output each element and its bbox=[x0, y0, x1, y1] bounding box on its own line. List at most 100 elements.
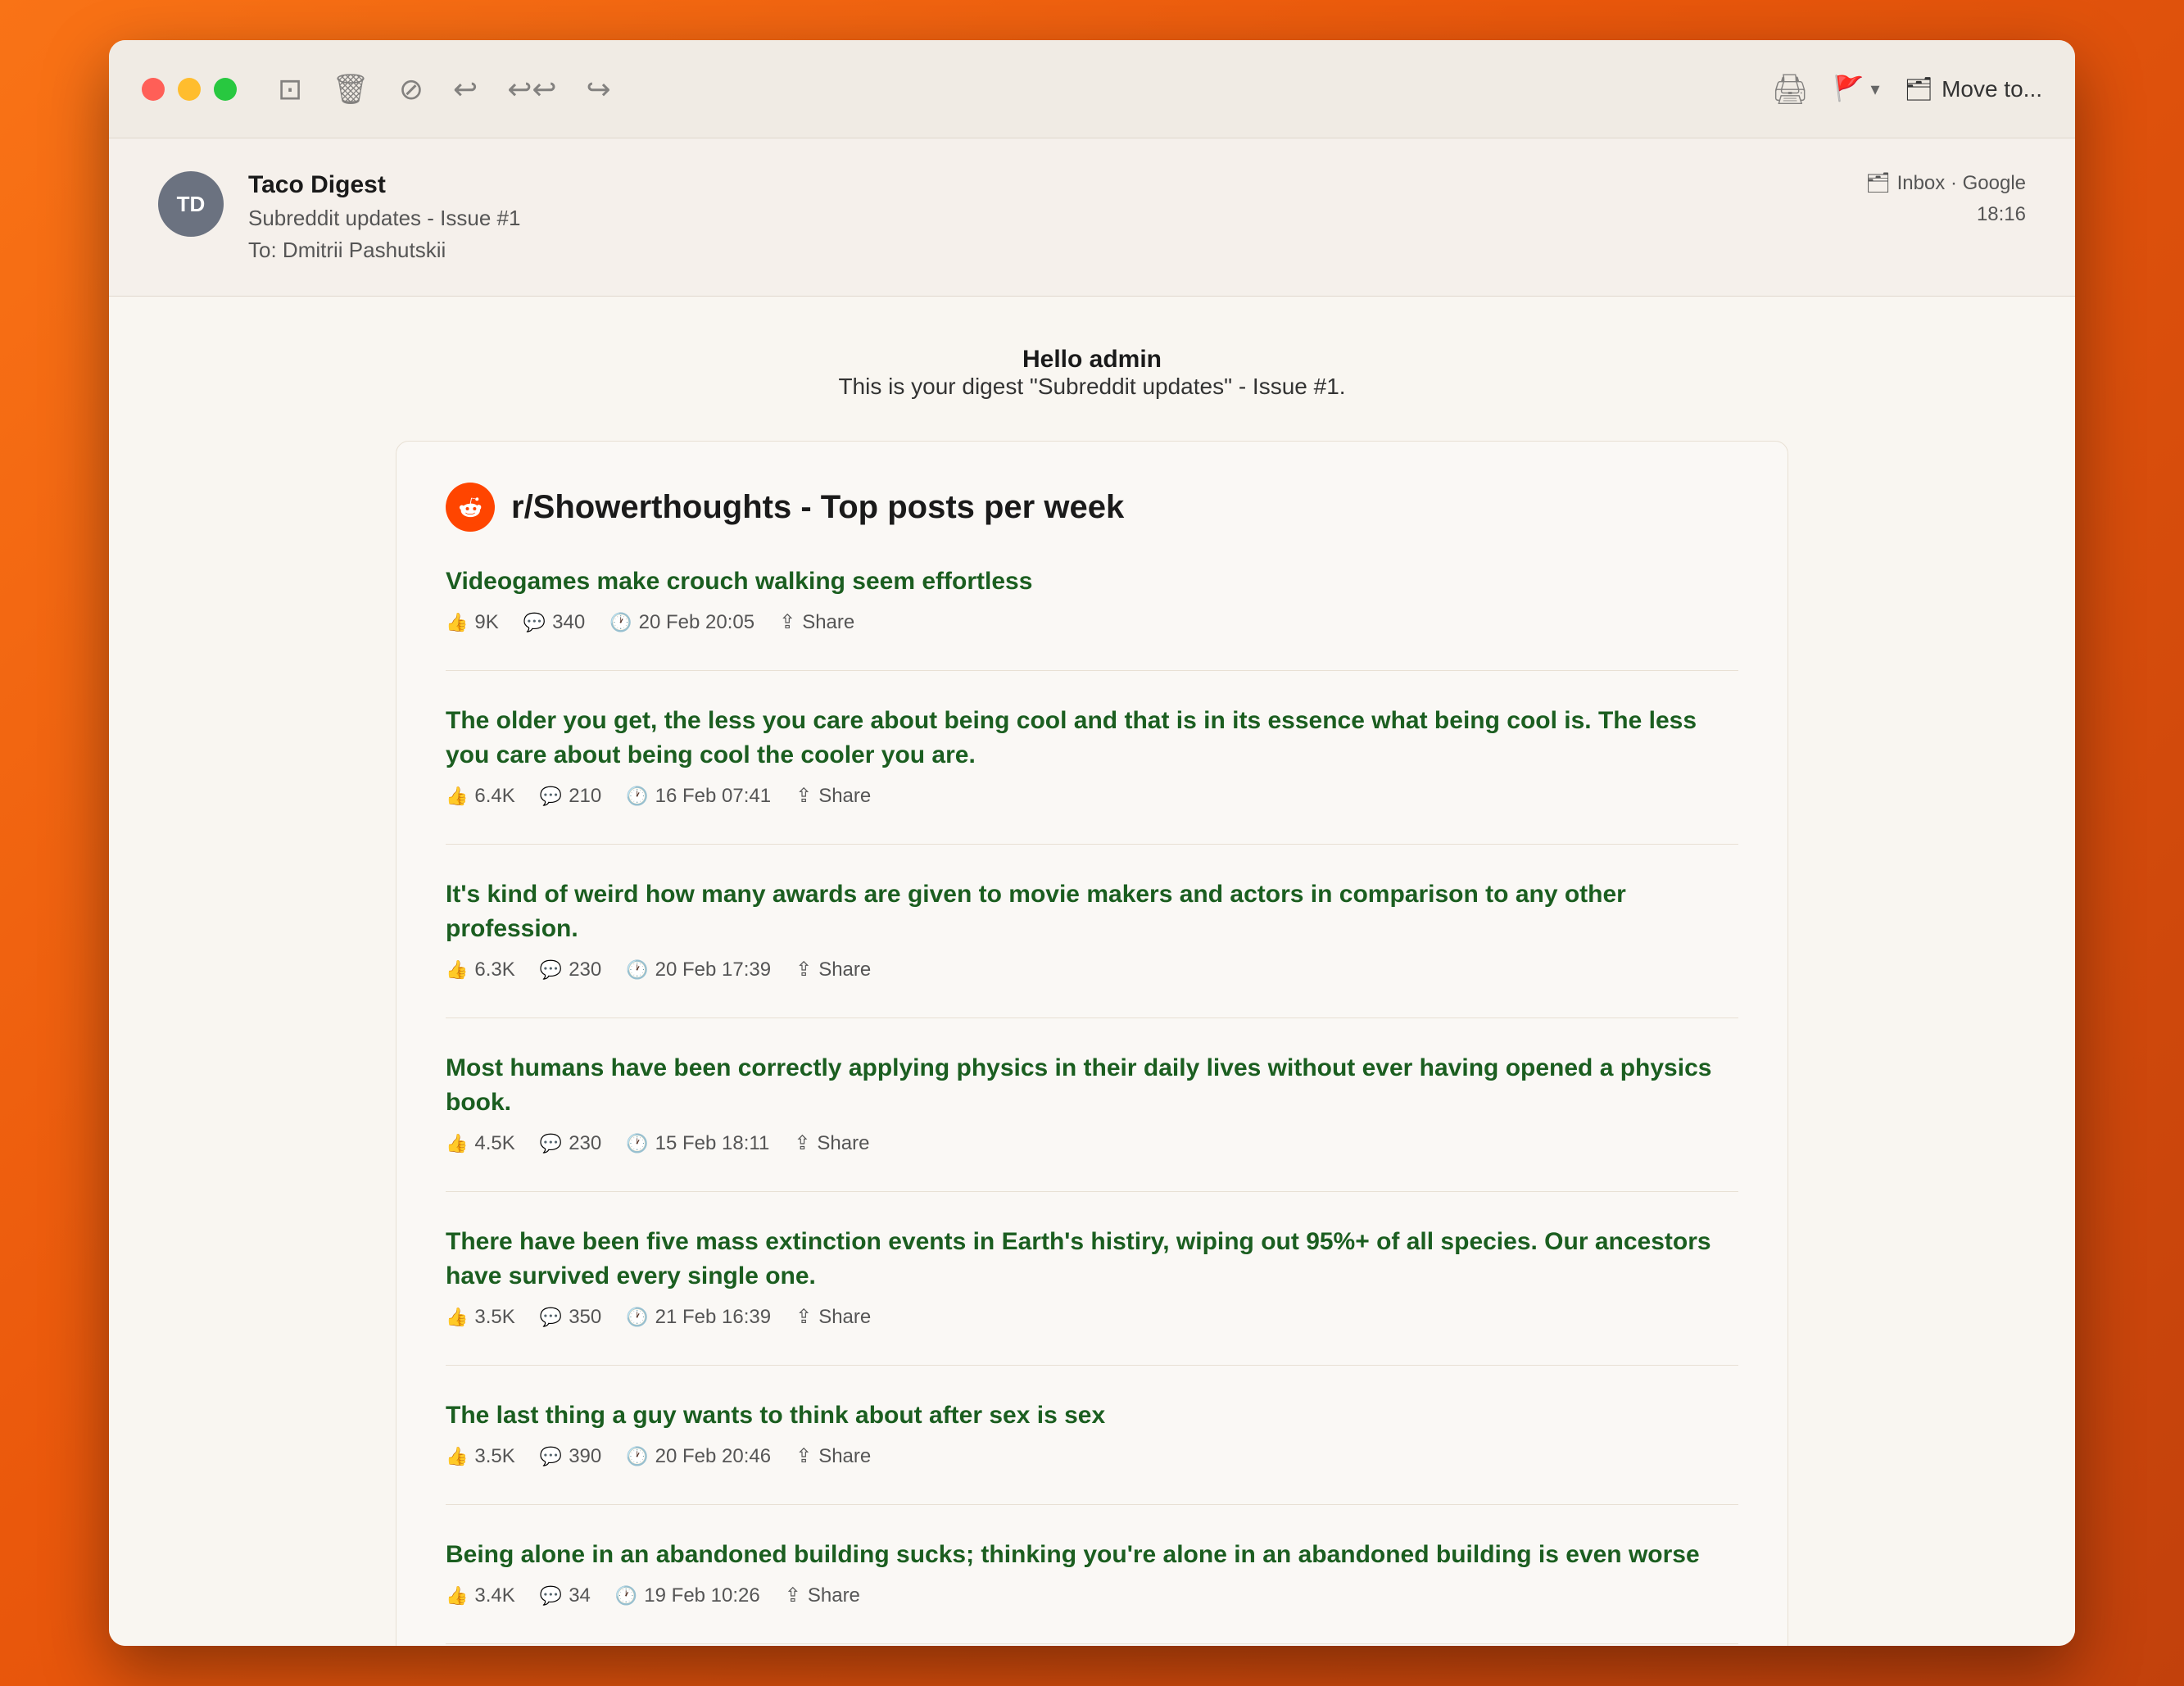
thumbsup-icon: 👍 bbox=[446, 786, 468, 807]
share-icon: ⇪ bbox=[795, 1305, 812, 1329]
avatar: TD bbox=[158, 171, 224, 237]
share-link[interactable]: ⇪ Share bbox=[795, 1444, 871, 1468]
thumbsup-icon: 👍 bbox=[446, 1446, 468, 1467]
toolbar-right: 🖨 🚩 ▾ 🗂 Move to... bbox=[1771, 72, 2042, 107]
folder-icon: 🗂 bbox=[1905, 75, 1934, 102]
thumbsup-icon: 👍 bbox=[446, 959, 468, 981]
post-date: 🕐 15 Feb 18:11 bbox=[626, 1132, 769, 1155]
divider bbox=[446, 844, 1738, 845]
fullscreen-button[interactable] bbox=[214, 78, 237, 101]
comment-icon: 💬 bbox=[540, 1446, 562, 1467]
post-title[interactable]: Most humans have been correctly applying… bbox=[446, 1051, 1738, 1120]
flag-button[interactable]: 🚩 ▾ bbox=[1833, 75, 1879, 103]
comment-count: 💬 34 bbox=[540, 1584, 591, 1607]
share-link[interactable]: ⇪ Share bbox=[795, 784, 871, 808]
inbox-icon: 🗂 bbox=[1865, 171, 1890, 195]
list-item: The last thing a guy wants to think abou… bbox=[446, 1398, 1738, 1468]
archive-icon[interactable]: ⊡ bbox=[278, 72, 302, 107]
clock-icon: 🕐 bbox=[626, 1446, 648, 1467]
post-meta: 👍 9K 💬 340 🕐 20 Feb 20:05 ⇪ bbox=[446, 610, 1738, 634]
thumbsup-icon: 👍 bbox=[446, 1307, 468, 1328]
clock-icon: 🕐 bbox=[626, 1307, 648, 1328]
share-link[interactable]: ⇪ Share bbox=[779, 610, 854, 634]
divider bbox=[446, 1365, 1738, 1366]
divider bbox=[446, 1504, 1738, 1505]
printer-icon[interactable]: 🖨 bbox=[1771, 72, 1809, 107]
post-date: 🕐 20 Feb 20:05 bbox=[609, 611, 754, 634]
post-date: 🕐 19 Feb 10:26 bbox=[615, 1584, 760, 1607]
post-date: 🕐 21 Feb 16:39 bbox=[626, 1306, 771, 1329]
forward-icon[interactable]: ↪ bbox=[587, 72, 611, 107]
list-item: It's kind of weird how many awards are g… bbox=[446, 877, 1738, 981]
share-link[interactable]: ⇪ Share bbox=[795, 1305, 871, 1329]
share-link[interactable]: ⇪ Share bbox=[785, 1584, 860, 1607]
email-header: TD Taco Digest Subreddit updates - Issue… bbox=[109, 138, 2075, 297]
share-icon: ⇪ bbox=[795, 1444, 812, 1468]
share-icon: ⇪ bbox=[795, 958, 812, 981]
subreddit-header: r/Showerthoughts - Top posts per week bbox=[446, 483, 1738, 532]
close-button[interactable] bbox=[142, 78, 165, 101]
post-title[interactable]: There have been five mass extinction eve… bbox=[446, 1225, 1738, 1294]
post-date: 🕐 20 Feb 20:46 bbox=[626, 1445, 771, 1468]
email-time: 18:16 bbox=[1977, 203, 2026, 226]
upvote-count: 👍 3.5K bbox=[446, 1306, 515, 1329]
sender-subject: Subreddit updates - Issue #1 bbox=[248, 206, 520, 231]
divider bbox=[446, 670, 1738, 671]
move-to-button[interactable]: 🗂 Move to... bbox=[1905, 75, 2042, 102]
titlebar: ⊡ 🗑 ⊘ ↩ ↩↩ ↪ 🖨 🚩 ▾ 🗂 Move to... bbox=[109, 40, 2075, 138]
greeting-subtext: This is your digest "Subreddit updates" … bbox=[174, 374, 2010, 400]
divider bbox=[446, 1191, 1738, 1192]
posts-list: Videogames make crouch walking seem effo… bbox=[446, 564, 1738, 1646]
post-title[interactable]: The last thing a guy wants to think abou… bbox=[446, 1398, 1738, 1433]
sender-name: Taco Digest bbox=[248, 171, 520, 199]
comment-icon: 💬 bbox=[540, 1307, 562, 1328]
divider bbox=[446, 1643, 1738, 1644]
list-item: The older you get, the less you care abo… bbox=[446, 704, 1738, 808]
post-title[interactable]: It's kind of weird how many awards are g… bbox=[446, 877, 1738, 946]
upvote-count: 👍 9K bbox=[446, 611, 499, 634]
reply-all-icon[interactable]: ↩↩ bbox=[507, 72, 556, 107]
flag-icon: 🚩 bbox=[1833, 75, 1864, 103]
thumbsup-icon: 👍 bbox=[446, 1133, 468, 1154]
email-meta: 🗂 Inbox · Google 18:16 bbox=[1865, 171, 2026, 226]
clock-icon: 🕐 bbox=[626, 1133, 648, 1154]
upvote-count: 👍 6.4K bbox=[446, 785, 515, 808]
comment-icon: 💬 bbox=[523, 612, 546, 633]
upvote-count: 👍 4.5K bbox=[446, 1132, 515, 1155]
reply-icon[interactable]: ↩ bbox=[453, 72, 478, 107]
comment-icon: 💬 bbox=[540, 786, 562, 807]
post-meta: 👍 3.5K 💬 350 🕐 21 Feb 16:39 ⇪ bbox=[446, 1305, 1738, 1329]
post-title[interactable]: The older you get, the less you care abo… bbox=[446, 704, 1738, 773]
share-link[interactable]: ⇪ Share bbox=[794, 1131, 869, 1155]
email-body: Hello admin This is your digest "Subredd… bbox=[109, 297, 2075, 1646]
post-title[interactable]: Being alone in an abandoned building suc… bbox=[446, 1538, 1738, 1572]
divider bbox=[446, 1017, 1738, 1018]
minimize-button[interactable] bbox=[178, 78, 201, 101]
greeting: Hello admin This is your digest "Subredd… bbox=[174, 346, 2010, 400]
email-source: 🗂 Inbox · Google bbox=[1865, 171, 2026, 195]
sender-info: TD Taco Digest Subreddit updates - Issue… bbox=[158, 171, 520, 263]
spam-icon[interactable]: ⊘ bbox=[399, 72, 424, 107]
comment-icon: 💬 bbox=[540, 1133, 562, 1154]
comment-count: 💬 340 bbox=[523, 611, 585, 634]
post-title[interactable]: Videogames make crouch walking seem effo… bbox=[446, 564, 1738, 599]
share-icon: ⇪ bbox=[794, 1131, 810, 1155]
trash-icon[interactable]: 🗑 bbox=[332, 72, 369, 107]
move-to-label: Move to... bbox=[1942, 76, 2042, 102]
share-icon: ⇪ bbox=[795, 784, 812, 808]
flag-chevron-icon: ▾ bbox=[1870, 79, 1879, 100]
share-icon: ⇪ bbox=[785, 1584, 801, 1607]
post-meta: 👍 6.3K 💬 230 🕐 20 Feb 17:39 ⇪ bbox=[446, 958, 1738, 981]
list-item: Videogames make crouch walking seem effo… bbox=[446, 564, 1738, 634]
toolbar-icons: ⊡ 🗑 ⊘ ↩ ↩↩ ↪ bbox=[278, 72, 611, 107]
list-item: Being alone in an abandoned building suc… bbox=[446, 1538, 1738, 1607]
list-item: There have been five mass extinction eve… bbox=[446, 1225, 1738, 1329]
share-icon: ⇪ bbox=[779, 610, 795, 634]
sender-details: Taco Digest Subreddit updates - Issue #1… bbox=[248, 171, 520, 263]
share-link[interactable]: ⇪ Share bbox=[795, 958, 871, 981]
sender-to: To: Dmitrii Pashutskii bbox=[248, 238, 520, 263]
comment-count: 💬 230 bbox=[540, 959, 601, 981]
reddit-icon bbox=[446, 483, 495, 532]
upvote-count: 👍 6.3K bbox=[446, 959, 515, 981]
comment-icon: 💬 bbox=[540, 1585, 562, 1607]
